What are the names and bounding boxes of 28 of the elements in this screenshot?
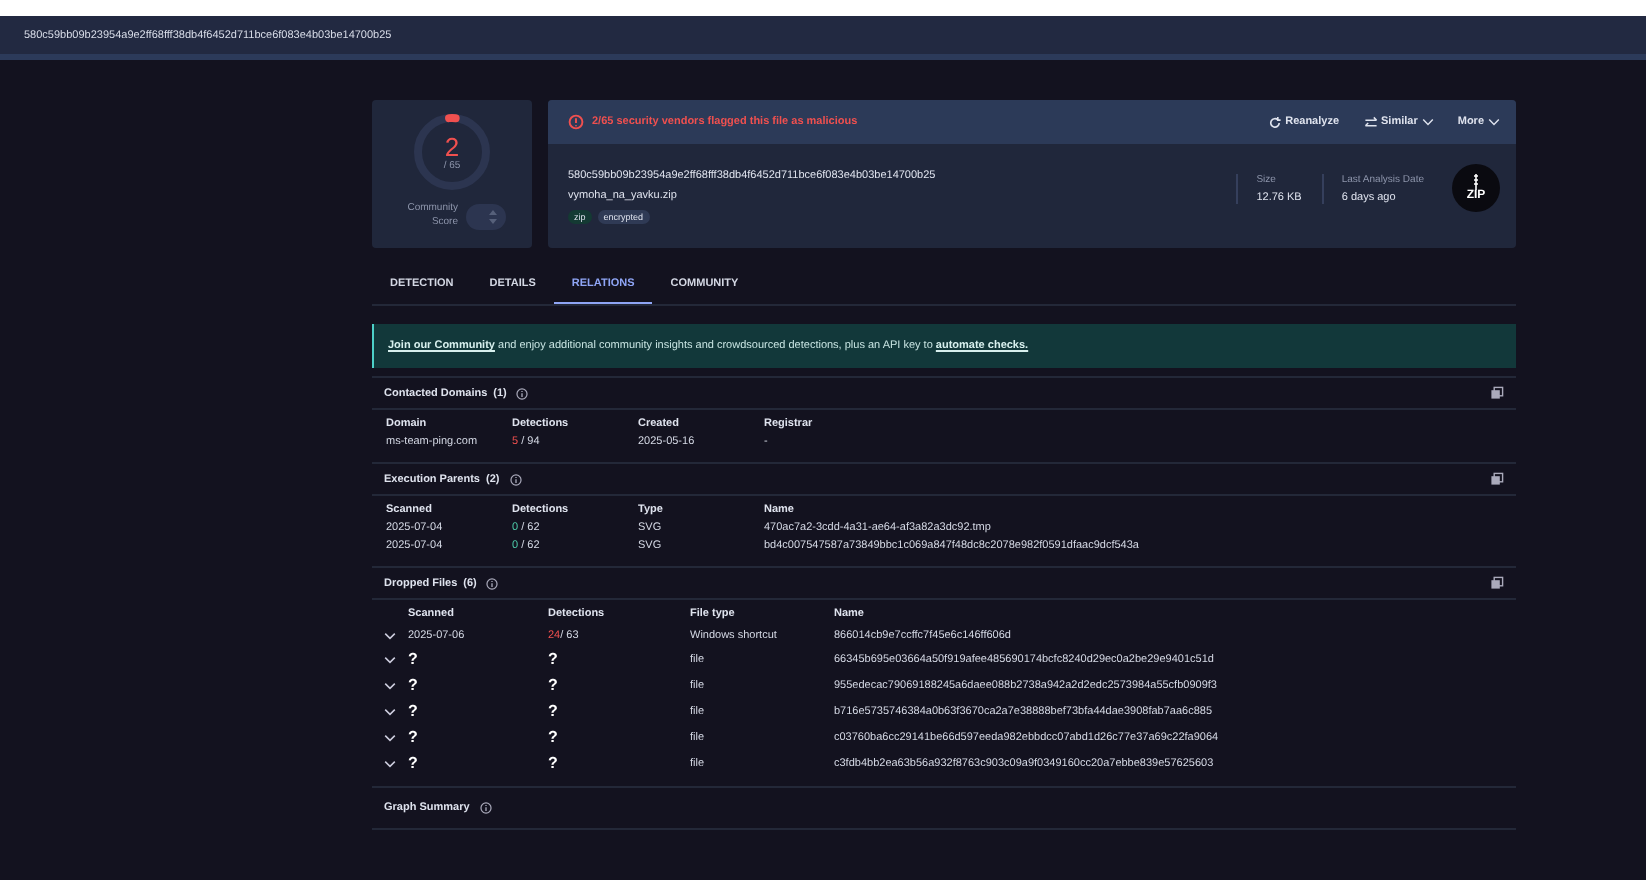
chevron-down-icon: [1421, 116, 1434, 128]
detections-cell-text: ?: [548, 652, 560, 668]
alert-icon: [568, 114, 584, 130]
chevron-icon[interactable]: [384, 758, 396, 770]
swap-arrows-icon: [1363, 115, 1378, 129]
detections-cell-text: ?: [548, 756, 560, 772]
info-icon[interactable]: [479, 802, 492, 814]
date-cell-text: ?: [408, 652, 420, 668]
chevron-icon[interactable]: [384, 706, 396, 718]
info-icon[interactable]: [509, 473, 522, 485]
copy-icon[interactable]: [1490, 386, 1504, 400]
score-ring-icon: [408, 108, 496, 196]
date-cell-text: ?: [408, 704, 420, 720]
date-cell-text: ?: [408, 678, 420, 694]
date-cell-text: ?: [408, 730, 420, 746]
detections-cell-text: ?: [548, 678, 560, 694]
copy-icon[interactable]: [1490, 472, 1504, 486]
detections-cell-text: ?: [548, 704, 560, 720]
detections-cell-text: ?: [548, 730, 560, 746]
info-icon[interactable]: [516, 387, 529, 399]
date-cell-text: ?: [408, 756, 420, 772]
chevron-down-icon: [1488, 116, 1500, 128]
detection-count: 2: [444, 133, 460, 159]
refresh-icon: [1267, 115, 1282, 129]
chevron-icon[interactable]: [384, 680, 396, 692]
chevron-icon[interactable]: [384, 732, 396, 744]
copy-icon[interactable]: [1490, 576, 1504, 590]
info-icon[interactable]: [486, 577, 499, 589]
